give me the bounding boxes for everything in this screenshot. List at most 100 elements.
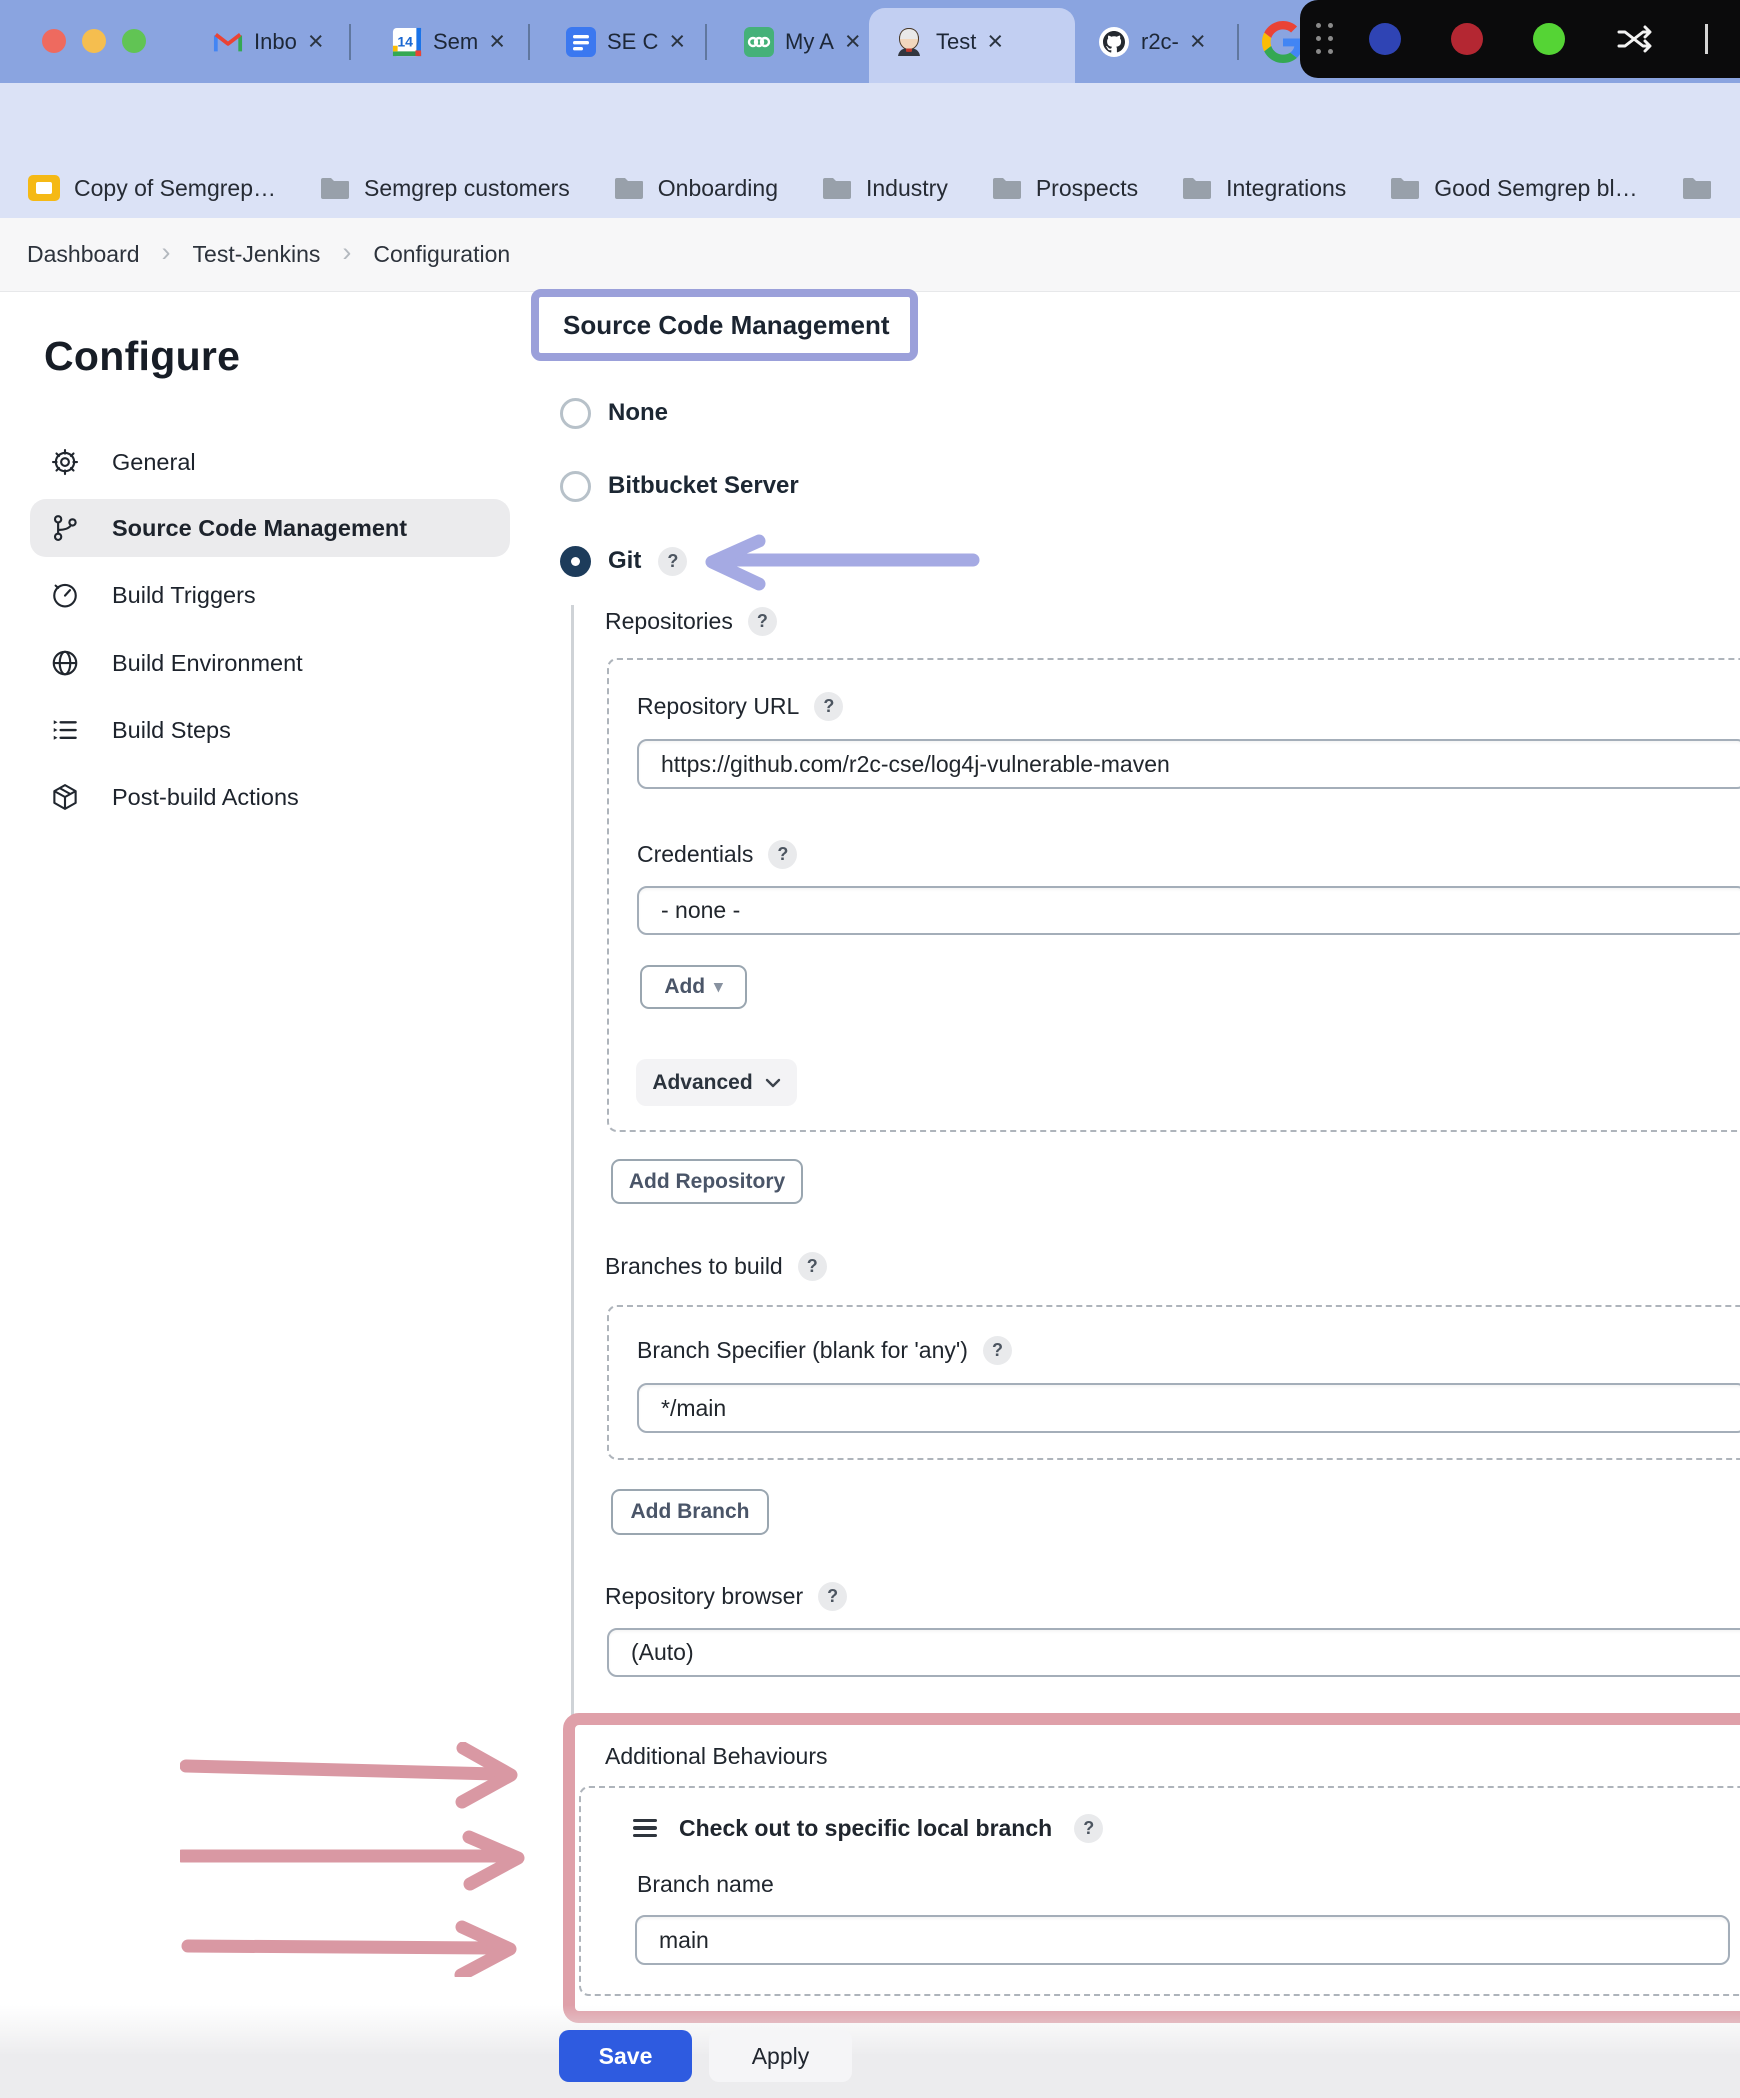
browser-address-bar: jenkins.r2cse.com/job/Test-Jenkins/confi… (0, 83, 1740, 158)
folder-icon (822, 176, 852, 200)
tab-title: My A (785, 29, 834, 55)
tab-title: Inbo (254, 29, 297, 55)
bookmark-label: Industry (866, 175, 948, 202)
bookmark-semgrep-customers[interactable]: Semgrep customers (320, 175, 570, 202)
bookmark-label: Onboarding (658, 175, 778, 202)
close-icon[interactable]: × (1190, 28, 1206, 55)
shuffle-icon[interactable] (1617, 25, 1653, 53)
github-icon (1098, 26, 1130, 58)
bookmark-onboarding[interactable]: Onboarding (614, 175, 778, 202)
sidebar-item-build-steps[interactable]: Build Steps (30, 701, 510, 759)
help-icon[interactable]: ? (658, 547, 687, 576)
credentials-select[interactable]: - none - (637, 886, 1740, 935)
blue-dot-button[interactable] (1369, 23, 1401, 55)
chevron-right-icon: › (340, 237, 353, 268)
google-icon (1262, 21, 1304, 63)
jenkins-icon (893, 26, 925, 58)
radio-bitbucket[interactable] (560, 471, 591, 502)
behaviour-title-row: Check out to specific local branch ? (633, 1812, 1103, 1844)
repository-url-input[interactable] (637, 739, 1740, 789)
tab-docs[interactable]: SE C × (566, 0, 685, 83)
help-icon[interactable]: ? (798, 1252, 827, 1281)
bookmark-copy-of-semgrep[interactable]: Copy of Semgrep… (28, 175, 276, 202)
bookmark-good-semgrep[interactable]: Good Semgrep bl… (1390, 175, 1637, 202)
add-repository-button[interactable]: Add Repository (611, 1159, 803, 1204)
window-minimize-button[interactable] (82, 29, 106, 53)
tab-divider (1237, 24, 1239, 60)
help-icon[interactable]: ? (748, 607, 777, 636)
radio-none[interactable] (560, 398, 591, 429)
go-button[interactable] (1533, 23, 1565, 55)
help-icon[interactable]: ? (983, 1336, 1012, 1365)
gear-icon (50, 447, 80, 477)
sidebar-item-label: Build Triggers (112, 582, 256, 609)
add-credentials-button[interactable]: Add ▾ (640, 965, 747, 1009)
sidebar-item-general[interactable]: General (30, 433, 510, 491)
scm-option-git[interactable]: Git ? (560, 544, 687, 578)
bookmark-label: Semgrep customers (364, 175, 570, 202)
close-icon[interactable]: × (669, 28, 685, 55)
help-icon[interactable]: ? (1074, 1814, 1103, 1843)
tab-title: Test (936, 29, 976, 55)
close-icon[interactable]: × (489, 28, 505, 55)
breadcrumb-test-jenkins[interactable]: Test-Jenkins (193, 241, 321, 268)
scm-section-heading: Source Code Management (531, 289, 918, 361)
repository-block: Repository URL ? Credentials ? - none - … (607, 658, 1740, 1132)
drag-handle-icon[interactable] (1316, 23, 1333, 55)
repository-browser-select[interactable]: (Auto) (607, 1628, 1740, 1677)
pink-annotation-arrows (180, 1742, 540, 1977)
radio-git-selected[interactable] (560, 546, 591, 577)
sidebar-item-source-code-management[interactable]: Source Code Management (30, 499, 510, 557)
drag-handle-icon[interactable] (633, 1819, 657, 1837)
help-icon[interactable]: ? (818, 1582, 847, 1611)
sidebar-item-label: Source Code Management (112, 515, 407, 542)
page-title: Configure (44, 333, 240, 380)
tab-gmail[interactable]: Inbo × (213, 0, 324, 83)
scm-heading-text: Source Code Management (563, 310, 890, 341)
close-icon[interactable]: × (845, 28, 861, 55)
svg-text:14: 14 (397, 33, 413, 49)
help-icon[interactable]: ? (768, 840, 797, 869)
tab-my-a[interactable]: My A × (744, 0, 861, 83)
help-icon[interactable]: ? (814, 692, 843, 721)
save-button[interactable]: Save (559, 2030, 692, 2082)
close-icon[interactable]: × (308, 28, 324, 55)
tab-divider (349, 24, 351, 60)
tab-google[interactable] (1262, 0, 1304, 83)
tab-title: SE C (607, 29, 658, 55)
window-close-button[interactable] (42, 29, 66, 53)
sidebar-item-build-triggers[interactable]: Build Triggers (30, 566, 510, 624)
branches-section-label: Branches to build ? (605, 1249, 827, 1283)
bookmark-prospects[interactable]: Prospects (992, 175, 1138, 202)
tab-calendar[interactable]: 14 Sem × (392, 0, 505, 83)
breadcrumb-dashboard[interactable]: Dashboard (27, 241, 140, 268)
sidebar-item-post-build-actions[interactable]: Post-build Actions (30, 768, 510, 826)
apply-button[interactable]: Apply (709, 2030, 852, 2082)
tab-jenkins-active[interactable]: Test × (893, 0, 1003, 83)
google-docs-icon (566, 27, 596, 57)
sidebar-item-build-environment[interactable]: Build Environment (30, 634, 510, 692)
tab-divider (705, 24, 707, 60)
chevron-down-icon (765, 1078, 781, 1088)
tab-title: Sem (433, 29, 478, 55)
breadcrumb-configuration[interactable]: Configuration (373, 241, 510, 268)
scm-option-none[interactable]: None (560, 396, 668, 430)
bookmark-folder-partial[interactable] (1682, 176, 1712, 200)
list-play-icon (50, 715, 80, 745)
record-button[interactable] (1451, 23, 1483, 55)
advanced-button[interactable]: Advanced (636, 1059, 797, 1106)
bookmark-integrations[interactable]: Integrations (1182, 175, 1346, 202)
window-zoom-button[interactable] (122, 29, 146, 53)
add-branch-button[interactable]: Add Branch (611, 1489, 769, 1535)
browser-tab-bar: Inbo × 14 Sem × SE C × (0, 0, 1740, 83)
close-icon[interactable]: × (987, 28, 1003, 55)
sidebar-item-label: Build Steps (112, 717, 231, 744)
tab-github[interactable]: r2c- × (1098, 0, 1206, 83)
scm-option-bitbucket[interactable]: Bitbucket Server (560, 469, 799, 503)
folder-icon (1390, 176, 1420, 200)
green-rings-icon (744, 27, 774, 57)
repositories-section-label: Repositories ? (605, 604, 777, 638)
branch-name-input[interactable] (635, 1915, 1730, 1965)
bookmark-industry[interactable]: Industry (822, 175, 948, 202)
branch-specifier-input[interactable] (637, 1383, 1740, 1433)
